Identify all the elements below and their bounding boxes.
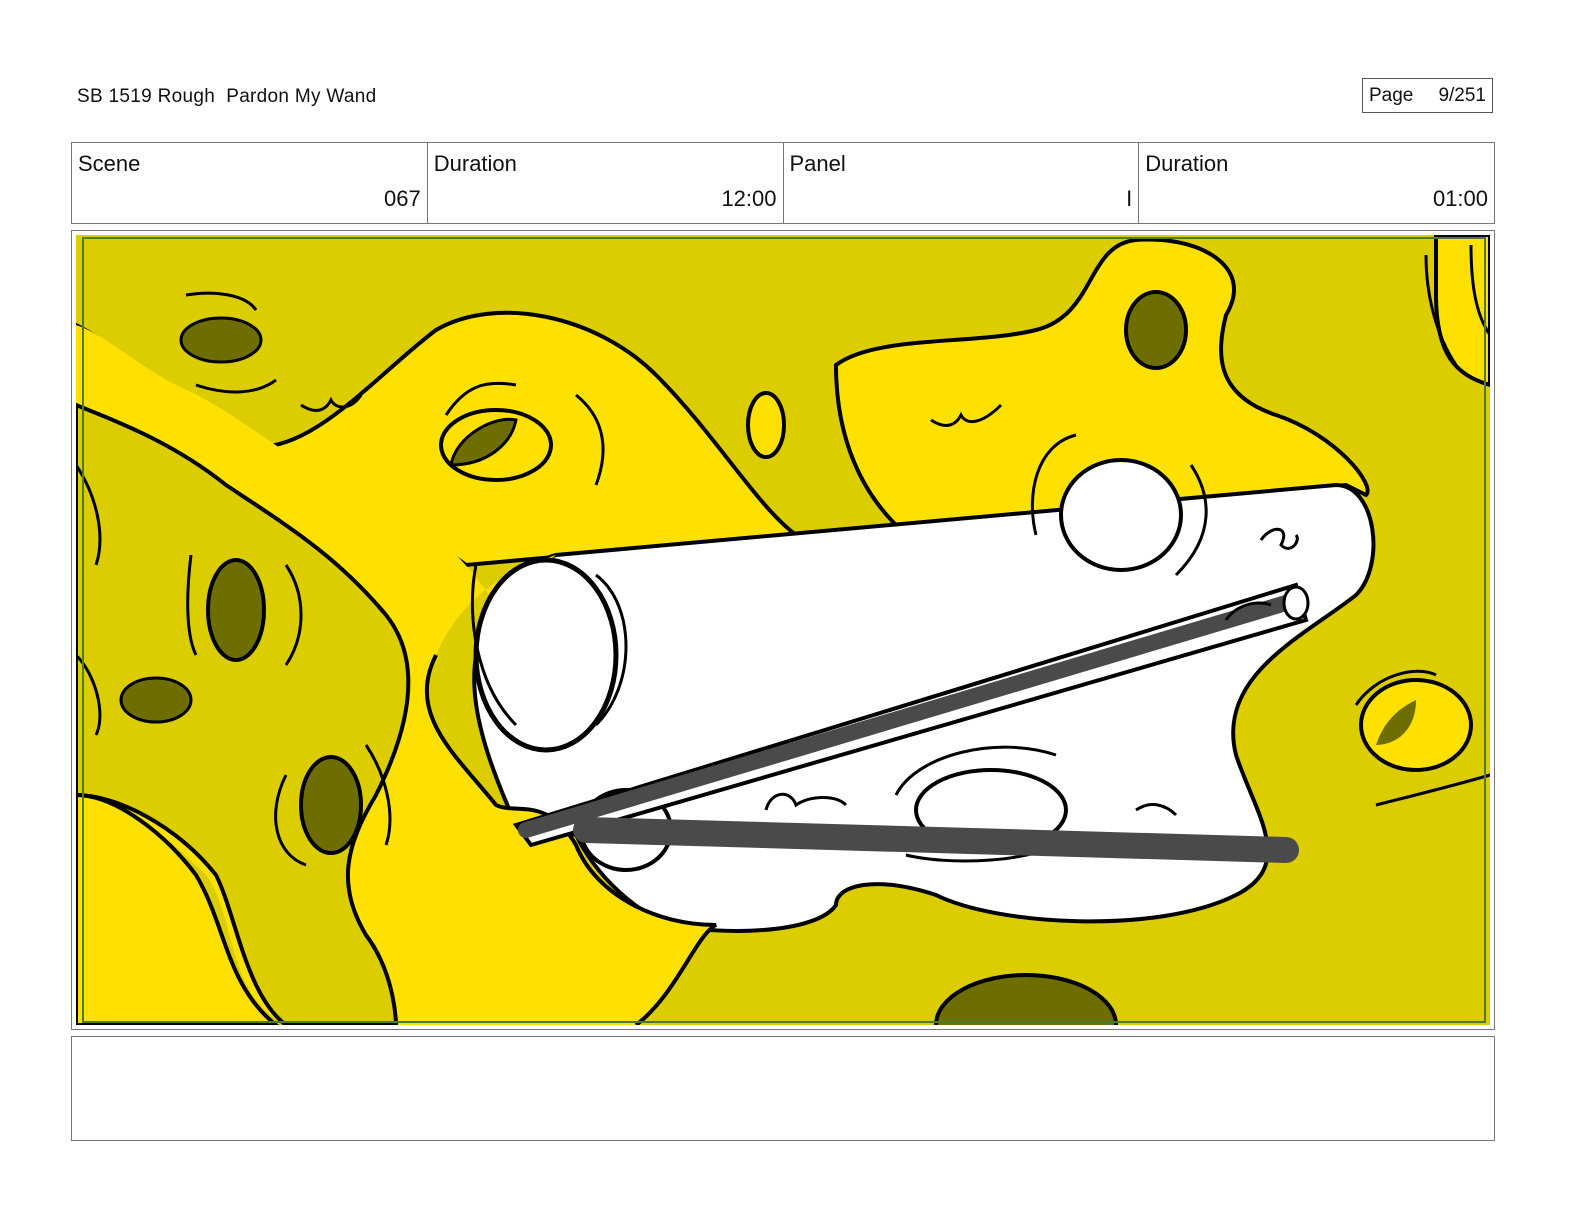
page-label: Page	[1369, 84, 1414, 106]
scene-label: Scene	[78, 151, 141, 176]
scene-duration-cell: Duration 12:00	[428, 143, 784, 223]
scene-info-table: Scene 067 Duration 12:00 Panel I Duratio…	[71, 142, 1495, 224]
panel-duration-cell: Duration 01:00	[1139, 143, 1494, 223]
panel-notes-box[interactable]	[71, 1036, 1495, 1141]
storyboard-panel-frame	[71, 230, 1495, 1030]
panel-duration-value: 01:00	[1432, 186, 1488, 211]
cheese-sketch-illustration	[76, 235, 1490, 1025]
scene-cell: Scene 067	[72, 143, 428, 223]
panel-value: I	[1126, 186, 1133, 211]
document-title: SB 1519 Rough Pardon My Wand	[77, 86, 377, 107]
storyboard-panel-artwork	[76, 235, 1490, 1025]
panel-label: Panel	[789, 151, 846, 176]
scene-duration-value: 12:00	[721, 186, 777, 211]
page-counter: Page 9/251	[1362, 78, 1493, 113]
panel-duration-label: Duration	[1145, 151, 1229, 176]
panel-cell: Panel I	[784, 143, 1140, 223]
scene-duration-label: Duration	[433, 151, 517, 176]
page-number: 9/251	[1438, 84, 1486, 106]
scene-value: 067	[384, 186, 421, 211]
